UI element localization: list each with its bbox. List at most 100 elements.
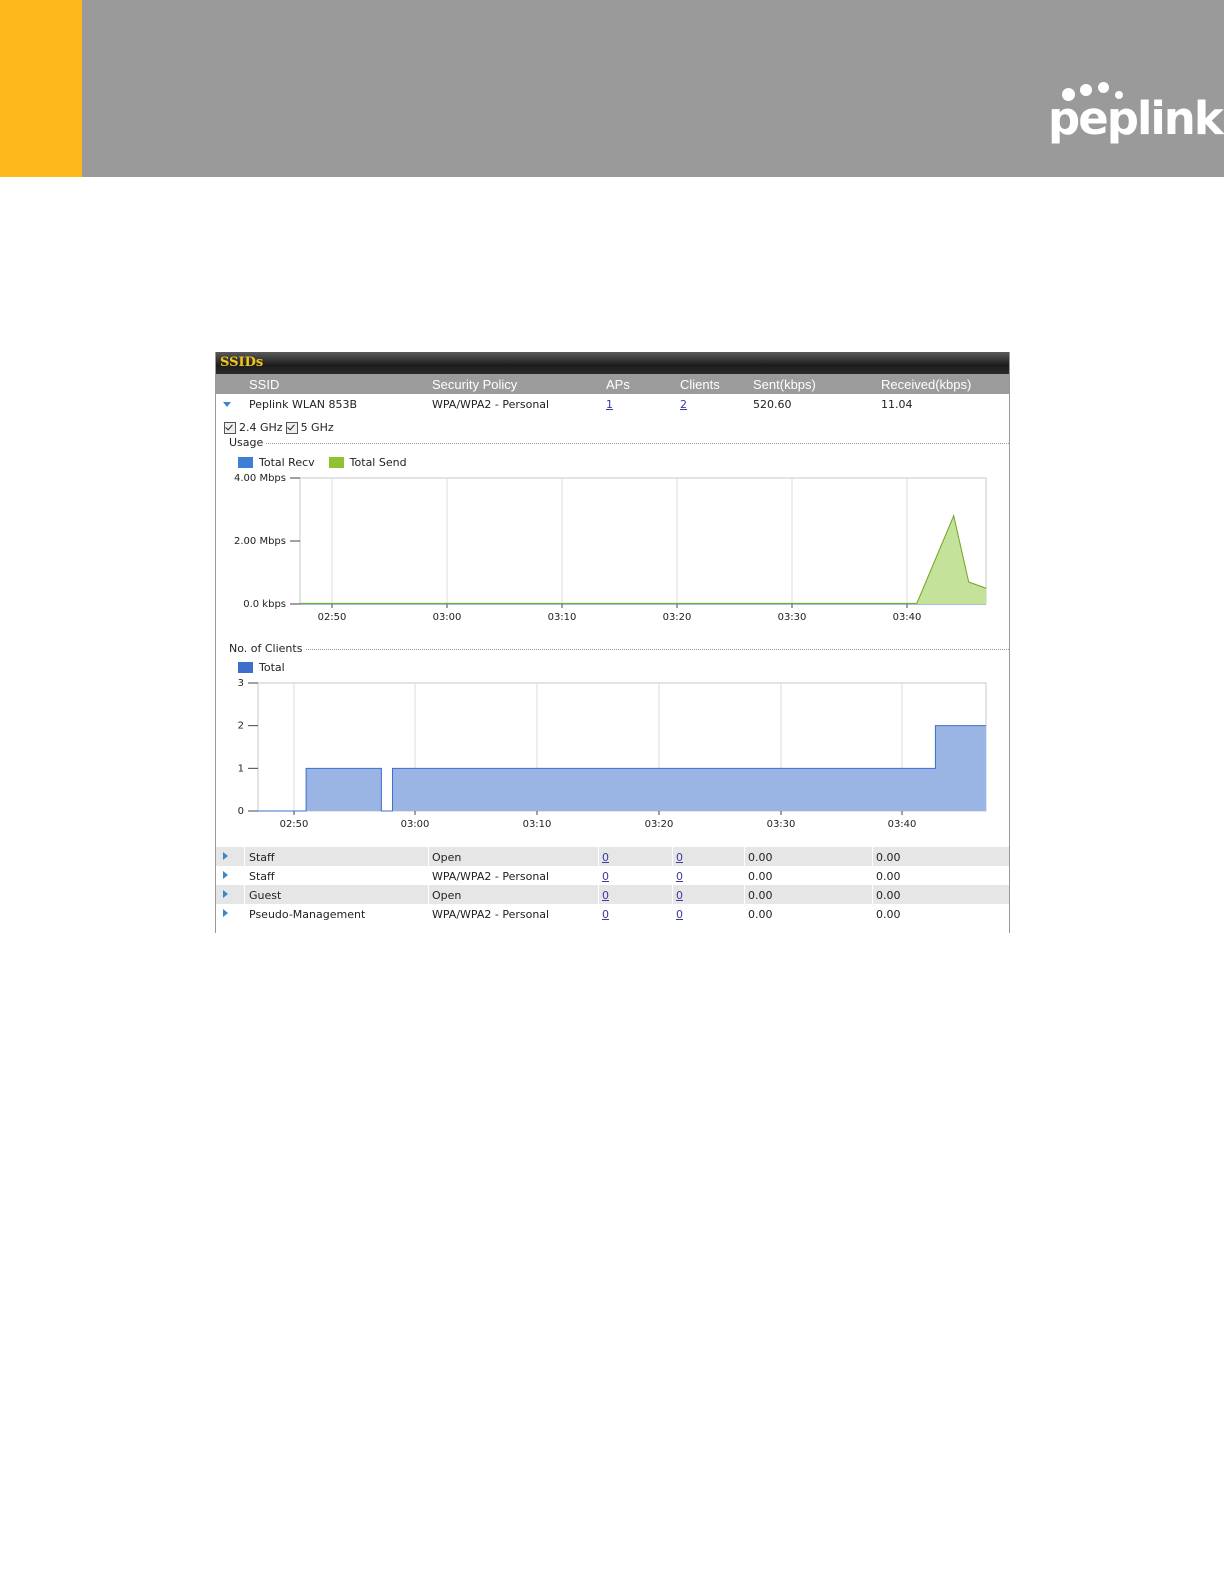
row-clients-link[interactable]: 0 [676, 908, 683, 921]
row-sent: 0.00 [748, 851, 773, 864]
legend-total: Total [259, 661, 285, 674]
collapse-arrow-icon[interactable] [223, 402, 231, 407]
row-aps-link[interactable]: 0 [602, 889, 609, 902]
x-tick-label: 03:40 [893, 612, 922, 623]
x-tick-label: 03:30 [767, 819, 796, 830]
peplink-logo: peplink [1048, 78, 1224, 158]
cell-divider [672, 866, 673, 885]
row-clients-link-cell: 0 [676, 870, 683, 883]
clients-link[interactable]: 2 [680, 398, 687, 411]
col-security: Security Policy [432, 377, 518, 392]
usage-legend: Total Recv Total Send [238, 456, 421, 469]
usage-chart: 02:50 03:00 03:10 03:20 03:30 03:40 4.00 Mbps 2… [234, 473, 987, 623]
x-tick-label: 03:10 [548, 612, 577, 623]
row-aps-link[interactable]: 0 [602, 870, 609, 883]
row-clients-link-cell: 0 [676, 851, 683, 864]
ssid-name: Peplink WLAN 853B [249, 398, 357, 411]
clients-chart: 02:50 03:00 03:10 03:20 03:30 03:40 3 2 1 0 [238, 678, 987, 830]
col-clients: Clients [680, 377, 720, 392]
y-tick-label: 4.00 Mbps [234, 473, 286, 484]
plot-frame [299, 477, 987, 605]
legend-recv: Total Recv [259, 456, 315, 469]
cell-divider [672, 904, 673, 923]
cell-divider [672, 885, 673, 904]
cell-divider [244, 885, 245, 904]
row-security: Open [432, 851, 462, 864]
cell-divider [244, 866, 245, 885]
row-clients-link[interactable]: 0 [676, 870, 683, 883]
row-ssid: Staff [249, 851, 275, 864]
row-ssid: Staff [249, 870, 275, 883]
table-header: SSID Security Policy APs Clients Sent(kb… [216, 374, 1009, 394]
row-aps-link[interactable]: 0 [602, 908, 609, 921]
x-tick-label: 03:20 [663, 612, 692, 623]
header-accent-bar [0, 0, 82, 177]
row-aps-link-cell: 0 [602, 851, 609, 864]
row-received: 0.00 [876, 851, 901, 864]
panel-title: SSIDs [220, 355, 264, 370]
usage-section-label: Usage [229, 436, 267, 449]
cell-divider [744, 885, 745, 904]
ssid-security: WPA/WPA2 - Personal [432, 398, 550, 411]
col-ssid: SSID [249, 377, 280, 392]
cell-divider [744, 866, 745, 885]
ssid-rows: Staff Open 0 0 0.00 0.00 Staff WPA/WPA2 - Perso… [216, 847, 1009, 923]
row-clients-link[interactable]: 0 [676, 851, 683, 864]
x-tick-label: 02:50 [318, 612, 347, 623]
aps-link[interactable]: 1 [606, 398, 613, 411]
clients-rule [229, 649, 1009, 650]
y-tick-label: 3 [238, 678, 244, 689]
total-swatch [238, 662, 253, 673]
row-aps-link-cell: 0 [602, 908, 609, 921]
row-clients-link[interactable]: 0 [676, 889, 683, 902]
expand-arrow-icon[interactable] [223, 871, 228, 879]
row-ssid: Pseudo-Management [249, 908, 366, 921]
table-row[interactable]: Staff WPA/WPA2 - Personal 0 0 0.00 0.00 [216, 866, 1009, 885]
x-tick-label: 03:00 [433, 612, 462, 623]
legend-send: Total Send [349, 456, 407, 469]
row-sent: 0.00 [748, 908, 773, 921]
recv-swatch [238, 457, 253, 468]
cell-divider [598, 847, 599, 866]
col-aps: APs [606, 377, 630, 392]
row-ssid: Guest [249, 889, 282, 902]
cell-divider [428, 847, 429, 866]
band-24-label: 2.4 GHz [239, 421, 283, 434]
clients-legend: Total [238, 661, 299, 674]
row-aps-link-cell: 0 [602, 870, 609, 883]
y-tick-label: 0.0 kbps [243, 599, 286, 610]
expand-arrow-icon[interactable] [223, 890, 228, 898]
expand-arrow-icon[interactable] [223, 909, 228, 917]
cell-divider [744, 904, 745, 923]
col-sent: Sent(kbps) [753, 377, 816, 392]
band-24-checkbox[interactable] [224, 421, 236, 434]
y-tick-label: 0 [238, 806, 244, 817]
cell-divider [872, 866, 873, 885]
cell-divider [872, 885, 873, 904]
cell-divider [872, 904, 873, 923]
ssid-panel: SSIDs SSID Security Policy APs Clients S… [215, 352, 1010, 933]
table-row[interactable]: Pseudo-Management WPA/WPA2 - Personal 0 0 0.… [216, 904, 1009, 923]
cell-divider [244, 904, 245, 923]
usage-rule [229, 443, 1009, 444]
row-clients-link-cell: 0 [676, 889, 683, 902]
band-5-checkbox[interactable] [285, 421, 298, 434]
y-tick-label: 2.00 Mbps [234, 536, 286, 547]
col-received: Received(kbps) [881, 377, 972, 392]
table-row[interactable]: Guest Open 0 0 0.00 0.00 [216, 885, 1009, 904]
expand-arrow-icon[interactable] [223, 852, 228, 860]
x-tick-label: 03:00 [401, 819, 430, 830]
cell-divider [672, 847, 673, 866]
x-tick-label: 02:50 [280, 819, 309, 830]
table-row-expanded[interactable]: Peplink WLAN 853B WPA/WPA2 - Personal 1 … [216, 394, 1009, 413]
cell-divider [428, 866, 429, 885]
send-swatch [328, 457, 344, 468]
cell-divider [872, 847, 873, 866]
sent-value: 520.60 [753, 398, 792, 411]
x-tick-label: 03:30 [778, 612, 807, 623]
row-aps-link[interactable]: 0 [602, 851, 609, 864]
cell-divider [598, 866, 599, 885]
cell-divider [428, 904, 429, 923]
x-tick-label: 03:40 [888, 819, 917, 830]
table-row[interactable]: Staff Open 0 0 0.00 0.00 [216, 847, 1009, 866]
